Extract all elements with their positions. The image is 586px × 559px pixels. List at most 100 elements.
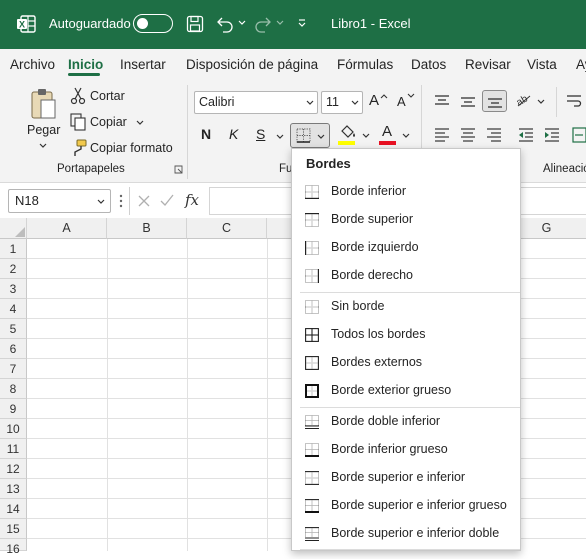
menu-item-label: Borde exterior grueso bbox=[331, 383, 452, 397]
italic-button[interactable]: K bbox=[229, 126, 238, 142]
font-name-select[interactable]: Calibri bbox=[194, 91, 318, 114]
row-header[interactable]: 7 bbox=[0, 359, 27, 379]
format-painter-label: Copiar formato bbox=[90, 141, 173, 155]
chevron-down-icon bbox=[317, 134, 325, 140]
borders-menu-title: Bordes bbox=[306, 156, 351, 171]
row-header[interactable]: 16 bbox=[0, 539, 27, 556]
menu-item-borde-inferior-grueso[interactable]: Borde inferior grueso bbox=[293, 436, 519, 464]
redo-icon[interactable] bbox=[254, 15, 272, 33]
clipboard-launcher-icon[interactable] bbox=[174, 165, 183, 174]
cut-label: Cortar bbox=[90, 89, 125, 103]
menu-item-label: Borde superior e inferior doble bbox=[331, 526, 500, 540]
alignment-group-label: Alineació bbox=[543, 163, 586, 175]
underline-dropdown-icon[interactable] bbox=[276, 134, 284, 140]
row-header[interactable]: 1 bbox=[0, 239, 27, 259]
select-all-corner[interactable] bbox=[0, 218, 27, 239]
paste-dropdown-icon[interactable] bbox=[39, 143, 47, 149]
borders-button[interactable] bbox=[290, 123, 330, 148]
orientation-dropdown-icon[interactable] bbox=[537, 99, 545, 105]
align-bottom-button[interactable] bbox=[482, 90, 507, 112]
paste-button[interactable]: Pegar bbox=[22, 85, 64, 155]
cancel-icon[interactable] bbox=[138, 195, 150, 207]
menu-item-borde-superior-inferior[interactable]: Borde superior e inferior bbox=[293, 464, 519, 492]
undo-icon[interactable] bbox=[216, 15, 234, 33]
menu-item-sin-borde[interactable]: Sin borde bbox=[293, 293, 519, 321]
increase-indent-icon[interactable] bbox=[544, 128, 560, 142]
more-options-icon[interactable] bbox=[119, 194, 123, 208]
column-header-b[interactable]: B bbox=[107, 218, 187, 239]
row-header[interactable]: 9 bbox=[0, 399, 27, 419]
active-tab-indicator bbox=[68, 73, 100, 76]
top-bottom-border-icon bbox=[305, 471, 319, 485]
redo-dropdown-icon[interactable] bbox=[276, 20, 284, 26]
tab-disposicion-pagina[interactable]: Disposición de página bbox=[186, 57, 318, 72]
menu-item-borde-derecho[interactable]: Borde derecho bbox=[293, 262, 519, 290]
enter-check-icon[interactable] bbox=[160, 194, 174, 207]
tab-archivo[interactable]: Archivo bbox=[10, 57, 55, 72]
menu-item-borde-inferior[interactable]: Borde inferior bbox=[293, 178, 519, 206]
merge-center-icon[interactable] bbox=[572, 127, 586, 143]
tab-formulas[interactable]: Fórmulas bbox=[337, 57, 393, 72]
menu-item-label: Sin borde bbox=[331, 299, 385, 313]
name-box[interactable]: N18 bbox=[8, 189, 111, 213]
tab-ayuda[interactable]: Ay bbox=[576, 57, 586, 72]
menu-item-label: Borde superior e inferior bbox=[331, 470, 466, 484]
insert-function-button[interactable]: fx bbox=[185, 191, 199, 209]
menu-item-borde-superior[interactable]: Borde superior bbox=[293, 206, 519, 234]
copy-dropdown-icon[interactable] bbox=[136, 120, 144, 126]
tab-insertar[interactable]: Insertar bbox=[120, 57, 166, 72]
row-header[interactable]: 6 bbox=[0, 339, 27, 359]
svg-text:X: X bbox=[19, 19, 25, 29]
menu-item-borde-izquierdo[interactable]: Borde izquierdo bbox=[293, 234, 519, 262]
align-center-icon[interactable] bbox=[460, 128, 476, 142]
row-header[interactable]: 11 bbox=[0, 439, 27, 459]
tab-datos[interactable]: Datos bbox=[411, 57, 446, 72]
font-size-select[interactable]: 11 bbox=[321, 91, 363, 114]
shrink-font-button[interactable]: A bbox=[396, 92, 418, 112]
orientation-icon[interactable]: ab bbox=[515, 92, 533, 108]
menu-item-label: Borde inferior grueso bbox=[331, 442, 448, 456]
row-header[interactable]: 12 bbox=[0, 459, 27, 479]
row-header[interactable]: 14 bbox=[0, 499, 27, 519]
format-painter-button[interactable]: Copiar formato bbox=[68, 139, 178, 159]
customize-toolbar-icon[interactable] bbox=[297, 18, 307, 28]
menu-item-borde-exterior-grueso[interactable]: Borde exterior grueso bbox=[293, 377, 519, 405]
font-color-button[interactable]: A bbox=[378, 123, 412, 147]
row-header[interactable]: 8 bbox=[0, 379, 27, 399]
bold-button[interactable]: N bbox=[201, 126, 211, 142]
align-right-icon[interactable] bbox=[486, 128, 502, 142]
row-header[interactable]: 15 bbox=[0, 519, 27, 539]
row-header[interactable]: 10 bbox=[0, 419, 27, 439]
menu-item-bordes-externos[interactable]: Bordes externos bbox=[293, 349, 519, 377]
menu-item-borde-superior-inferior-grueso[interactable]: Borde superior e inferior grueso bbox=[293, 492, 519, 520]
menu-item-borde-superior-inferior-doble[interactable]: Borde superior e inferior doble bbox=[293, 520, 519, 548]
save-icon[interactable] bbox=[186, 15, 204, 33]
row-header[interactable]: 4 bbox=[0, 299, 27, 319]
decrease-indent-icon[interactable] bbox=[518, 128, 534, 142]
align-middle-icon[interactable] bbox=[460, 94, 476, 108]
copy-button[interactable]: Copiar bbox=[68, 113, 158, 133]
undo-dropdown-icon[interactable] bbox=[238, 20, 246, 26]
tab-vista[interactable]: Vista bbox=[527, 57, 557, 72]
column-header-c[interactable]: C bbox=[187, 218, 267, 239]
fill-color-button[interactable] bbox=[338, 125, 370, 147]
align-top-icon[interactable] bbox=[434, 94, 450, 108]
menu-item-label: Borde derecho bbox=[331, 268, 414, 282]
tab-inicio[interactable]: Inicio bbox=[68, 57, 103, 72]
row-header[interactable]: 2 bbox=[0, 259, 27, 279]
underline-button[interactable]: S bbox=[256, 126, 265, 142]
row-header[interactable]: 3 bbox=[0, 279, 27, 299]
column-header-a[interactable]: A bbox=[27, 218, 107, 239]
align-left-icon[interactable] bbox=[434, 128, 450, 142]
row-header[interactable]: 13 bbox=[0, 479, 27, 499]
paste-label: Pegar bbox=[27, 123, 61, 137]
row-header[interactable]: 5 bbox=[0, 319, 27, 339]
grow-font-button[interactable]: A bbox=[368, 92, 390, 112]
wrap-text-icon[interactable] bbox=[566, 94, 582, 108]
autosave-toggle[interactable] bbox=[133, 14, 173, 33]
cut-button[interactable]: Cortar bbox=[68, 87, 158, 107]
menu-item-label: Borde superior bbox=[331, 212, 413, 226]
menu-item-borde-doble-inferior[interactable]: Borde doble inferior bbox=[293, 408, 519, 436]
menu-item-todos-los-bordes[interactable]: Todos los bordes bbox=[293, 321, 519, 349]
tab-revisar[interactable]: Revisar bbox=[465, 57, 511, 72]
